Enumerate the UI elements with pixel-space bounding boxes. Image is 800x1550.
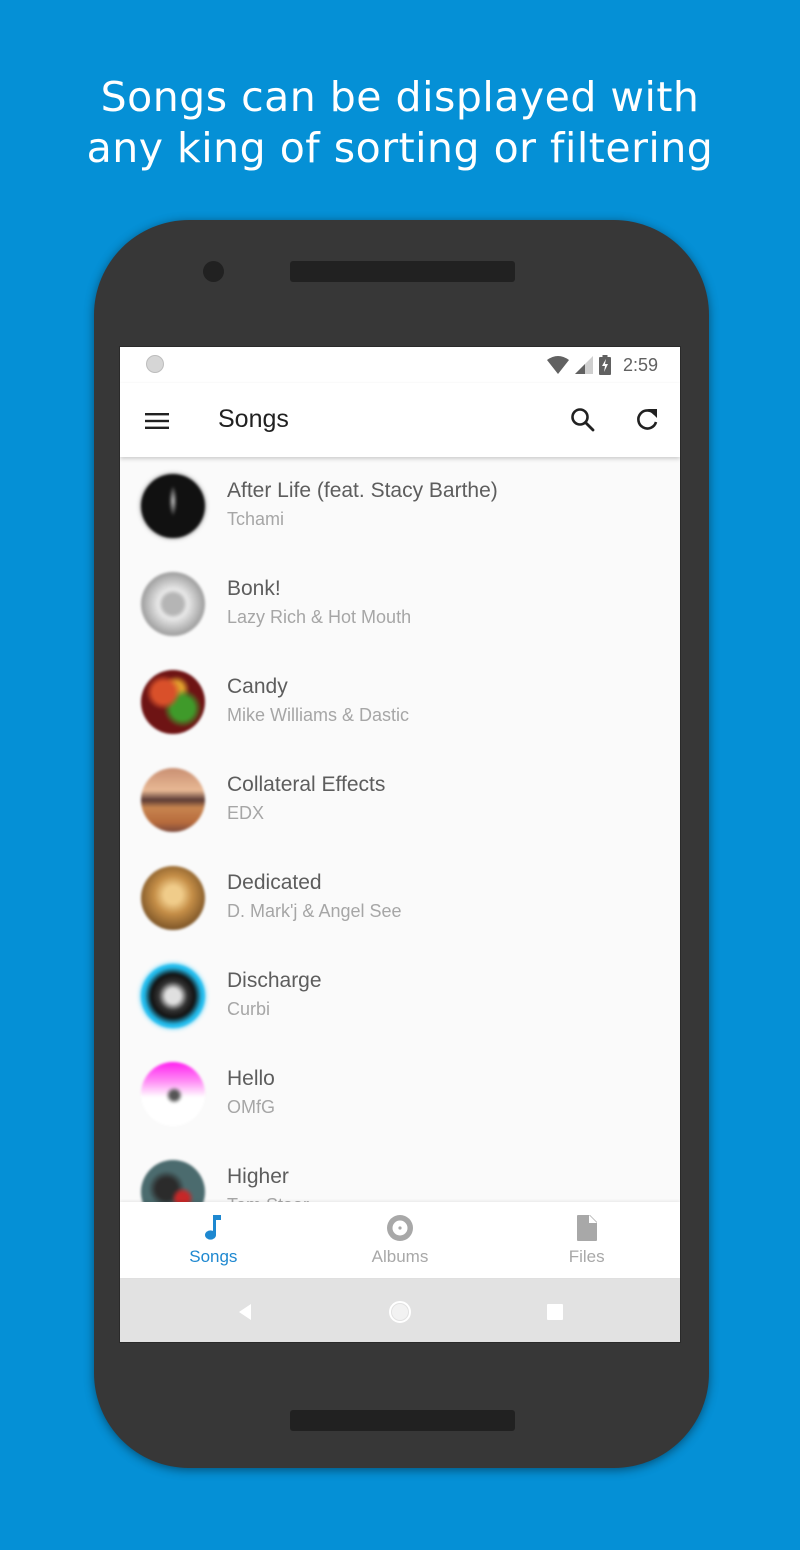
- song-list-item[interactable]: Hello OMfG: [120, 1045, 680, 1143]
- song-list-item[interactable]: After Life (feat. Stacy Barthe) Tchami: [120, 457, 680, 555]
- song-list-item[interactable]: Dedicated D. Mark'j & Angel See: [120, 849, 680, 947]
- signal-icon: [574, 356, 593, 374]
- album-art: [141, 1160, 205, 1202]
- album-art: [141, 964, 205, 1028]
- headline-line-1: Songs can be displayed with: [100, 73, 700, 121]
- tab-songs[interactable]: Songs: [120, 1202, 307, 1278]
- promo-headline: Songs can be displayed with any king of …: [0, 72, 800, 174]
- album-art: [141, 474, 205, 538]
- search-icon[interactable]: [568, 405, 598, 435]
- song-list-item[interactable]: Candy Mike Williams & Dastic: [120, 653, 680, 751]
- song-artist: Lazy Rich & Hot Mouth: [227, 607, 412, 627]
- tab-albums[interactable]: Albums: [307, 1202, 494, 1278]
- app-bar: Songs: [120, 383, 680, 457]
- song-artist: Tom Staar: [227, 1195, 309, 1202]
- song-list-item[interactable]: Bonk! Lazy Rich & Hot Mouth: [120, 555, 680, 653]
- song-title: After Life (feat. Stacy Barthe): [227, 479, 498, 502]
- song-title: Hello: [227, 1067, 275, 1090]
- status-bar: 2:59: [120, 347, 680, 383]
- album-art: [141, 572, 205, 636]
- song-artist: Curbi: [227, 999, 271, 1019]
- album-art: [141, 1062, 205, 1126]
- back-icon[interactable]: [231, 1298, 259, 1326]
- song-list-item[interactable]: Higher Tom Staar: [120, 1143, 680, 1202]
- hamburger-menu-icon[interactable]: [142, 407, 174, 435]
- music-note-icon: [205, 1215, 222, 1240]
- album-art: [141, 768, 205, 832]
- status-icons: 2:59: [546, 353, 658, 377]
- tab-label: Songs: [189, 1247, 238, 1266]
- front-camera: [203, 261, 224, 282]
- song-list[interactable]: After Life (feat. Stacy Barthe) Tchami B…: [120, 457, 680, 1202]
- song-artist: Mike Williams & Dastic: [227, 705, 410, 725]
- phone-screen: 2:59 Songs After Life (feat. Stacy Barth…: [119, 346, 681, 1343]
- song-artist: Tchami: [227, 509, 285, 529]
- song-artist: D. Mark'j & Angel See: [227, 901, 402, 921]
- song-list-item[interactable]: Discharge Curbi: [120, 947, 680, 1045]
- system-navigation-bar: [120, 1278, 680, 1342]
- bottom-navigation: Songs Albums Files: [120, 1202, 680, 1278]
- notification-dot-icon: [146, 355, 164, 373]
- status-time: 2:59: [622, 354, 658, 375]
- album-art: [141, 866, 205, 930]
- song-artist: OMfG: [227, 1097, 275, 1117]
- tab-label: Files: [568, 1247, 605, 1266]
- home-icon[interactable]: [386, 1298, 414, 1326]
- song-title: Discharge: [227, 969, 322, 992]
- battery-charging-icon: [598, 355, 611, 375]
- headline-line-2: any king of sorting or filtering: [86, 124, 714, 172]
- bottom-speaker: [290, 1410, 515, 1431]
- tab-label: Albums: [371, 1247, 429, 1266]
- tab-files[interactable]: Files: [493, 1202, 680, 1278]
- file-icon: [576, 1215, 597, 1241]
- top-speaker: [290, 261, 515, 282]
- song-artist: EDX: [227, 803, 265, 823]
- song-title: Bonk!: [227, 577, 281, 600]
- song-title: Candy: [227, 675, 288, 698]
- refresh-icon[interactable]: [632, 405, 662, 435]
- song-title: Higher: [227, 1165, 289, 1188]
- page-title: Songs: [218, 405, 289, 433]
- song-title: Dedicated: [227, 871, 322, 894]
- wifi-icon: [546, 356, 569, 374]
- album-disc-icon: [387, 1215, 413, 1241]
- song-title: Collateral Effects: [227, 773, 386, 796]
- album-art: [141, 670, 205, 734]
- recents-icon[interactable]: [541, 1298, 569, 1326]
- song-list-item[interactable]: Collateral Effects EDX: [120, 751, 680, 849]
